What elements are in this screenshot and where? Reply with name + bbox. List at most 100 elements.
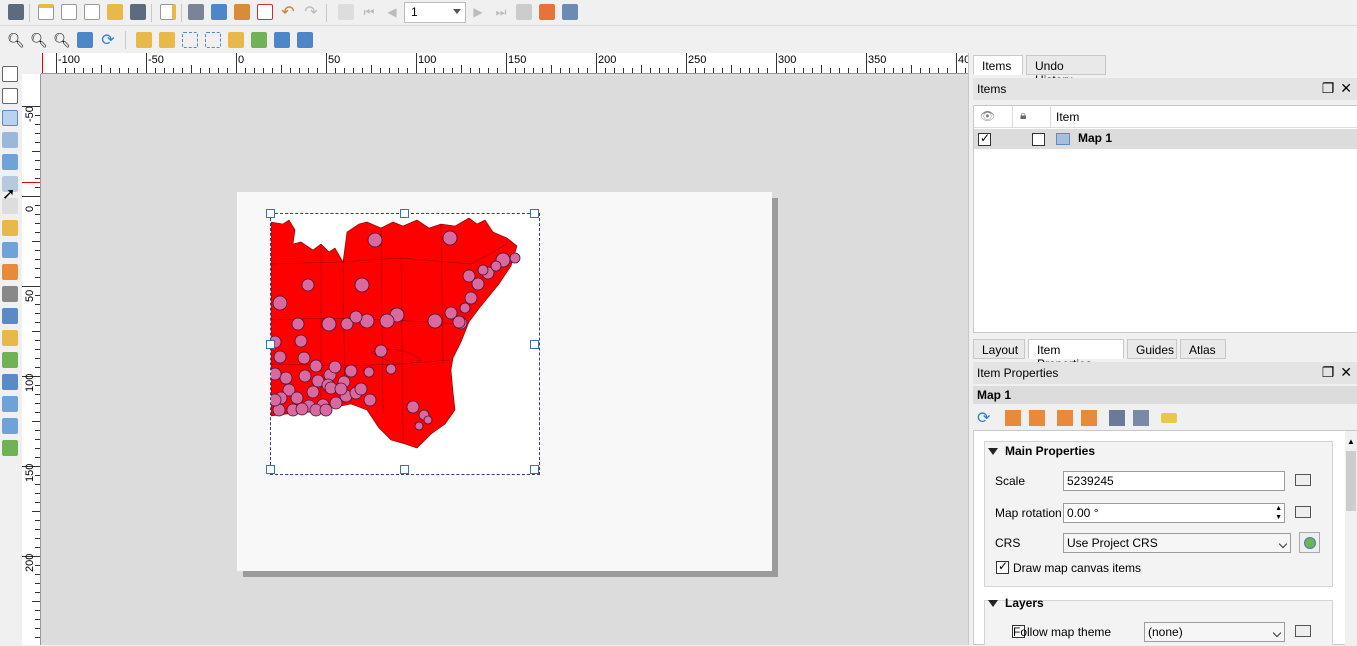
- float-dock-icon[interactable]: ❐: [1322, 365, 1335, 379]
- close-dock-icon[interactable]: ✕: [1340, 81, 1352, 95]
- tab-atlas[interactable]: Atlas: [1180, 339, 1226, 359]
- distribute-items-icon[interactable]: [272, 30, 292, 50]
- add-html-icon[interactable]: [2, 396, 18, 412]
- item-lock-checkbox[interactable]: [1032, 133, 1046, 146]
- add-fixed-table-icon[interactable]: [2, 440, 18, 456]
- scroll-up-icon[interactable]: ▲: [1347, 437, 1355, 446]
- atlas-settings-icon[interactable]: [537, 2, 557, 22]
- print-atlas-icon[interactable]: [514, 2, 534, 22]
- add-shape-icon[interactable]: [2, 330, 18, 346]
- export-svg-icon[interactable]: [232, 2, 252, 22]
- map-point-marker: [406, 400, 420, 414]
- data-defined-override-icon[interactable]: [1295, 623, 1317, 641]
- zoom-full-icon[interactable]: [75, 30, 95, 50]
- resize-handle[interactable]: [266, 465, 275, 474]
- view-scale-icon[interactable]: [1081, 410, 1097, 426]
- duplicate-layout-icon[interactable]: [59, 2, 79, 22]
- zoom-out-icon[interactable]: 🔍︎: [29, 30, 49, 50]
- item-row-map1[interactable]: Map 1: [974, 129, 1357, 149]
- add-label-icon[interactable]: [2, 242, 18, 258]
- crs-select[interactable]: Use Project CRS: [1063, 533, 1291, 553]
- tab-undo-history[interactable]: Undo History: [1026, 55, 1106, 87]
- tab-layout[interactable]: Layout: [973, 339, 1025, 359]
- close-dock-icon[interactable]: ✕: [1340, 365, 1352, 379]
- zoom-actual-icon[interactable]: 🔍︎: [52, 30, 72, 50]
- set-scale-icon[interactable]: [1057, 410, 1073, 426]
- set-extent-icon[interactable]: [1005, 410, 1021, 426]
- edit-nodes-icon[interactable]: [2, 154, 18, 170]
- crs-globe-icon[interactable]: [1299, 532, 1320, 553]
- map-theme-select[interactable]: (none): [1144, 622, 1285, 642]
- tab-items[interactable]: Items: [973, 55, 1023, 75]
- add-north-arrow-icon[interactable]: [2, 308, 18, 324]
- export-image-icon[interactable]: [209, 2, 229, 22]
- add-scalebar-icon[interactable]: [2, 286, 18, 302]
- move-content-tool-icon[interactable]: [1133, 410, 1149, 426]
- scrollbar-thumb[interactable]: [1346, 451, 1356, 511]
- vertical-scrollbar[interactable]: ▲: [1345, 431, 1357, 646]
- data-defined-override-icon[interactable]: [1295, 504, 1317, 522]
- zoom-tool-icon[interactable]: [2, 88, 18, 104]
- resize-handle[interactable]: [530, 209, 539, 218]
- view-extent-icon[interactable]: [1029, 410, 1045, 426]
- export-pdf-icon[interactable]: [255, 2, 275, 22]
- draw-map-canvas-items-checkbox[interactable]: [996, 559, 1009, 574]
- save-template-icon[interactable]: [128, 2, 148, 22]
- next-feature-icon[interactable]: ▶: [468, 2, 488, 22]
- add-attribute-table-icon[interactable]: [2, 418, 18, 434]
- layout-canvas[interactable]: [41, 74, 968, 645]
- update-preview-icon[interactable]: ⟳: [977, 408, 990, 428]
- add-arrow-icon[interactable]: [2, 352, 18, 368]
- atlas-page-select[interactable]: 1: [404, 2, 466, 23]
- label-settings-icon[interactable]: [1161, 413, 1177, 423]
- resize-handle[interactable]: [400, 465, 409, 474]
- resize-handle[interactable]: [266, 340, 275, 349]
- group-items-icon[interactable]: [180, 30, 200, 50]
- add-legend-icon[interactable]: [2, 264, 18, 280]
- align-items-icon[interactable]: [249, 30, 269, 50]
- resize-handle[interactable]: [530, 465, 539, 474]
- map-rotation-spinbox[interactable]: 0.00 ° ▲ ▼: [1063, 503, 1285, 523]
- collapse-arrow-icon[interactable]: [988, 600, 998, 607]
- atlas-zoom-icon[interactable]: [560, 2, 580, 22]
- first-feature-icon[interactable]: ⏮: [359, 2, 379, 22]
- save-layout-icon[interactable]: [6, 2, 26, 22]
- previous-feature-icon[interactable]: ◀: [382, 2, 402, 22]
- new-layout-icon[interactable]: [36, 2, 56, 22]
- scale-input[interactable]: 5239245: [1063, 471, 1285, 491]
- map-point-marker: [295, 402, 309, 416]
- select-move-icon[interactable]: [2, 110, 18, 126]
- map-point-marker: [328, 360, 342, 374]
- layout-manager-icon[interactable]: [82, 2, 102, 22]
- bookmarks-icon[interactable]: [1109, 410, 1125, 426]
- tab-guides[interactable]: Guides: [1127, 339, 1177, 359]
- add-node-item-icon[interactable]: [2, 374, 18, 390]
- resize-handle[interactable]: [400, 209, 409, 218]
- lock-items-icon[interactable]: [134, 30, 154, 50]
- atlas-preview-icon[interactable]: [336, 2, 356, 22]
- refresh-icon[interactable]: ⟳: [98, 30, 118, 50]
- page-setup-icon[interactable]: [158, 2, 178, 22]
- ungroup-items-icon[interactable]: [203, 30, 223, 50]
- unlock-items-icon[interactable]: [157, 30, 177, 50]
- zoom-in-icon[interactable]: 🔍︎: [6, 30, 26, 50]
- collapse-arrow-icon[interactable]: [988, 448, 998, 455]
- item-visible-checkbox[interactable]: [978, 131, 991, 146]
- print-icon[interactable]: [186, 2, 206, 22]
- redo-icon[interactable]: ↷: [301, 2, 321, 22]
- tab-item-properties[interactable]: Item Properties: [1028, 339, 1124, 371]
- resize-handle[interactable]: [530, 340, 539, 349]
- pan-icon[interactable]: [2, 66, 18, 82]
- float-dock-icon[interactable]: ❐: [1322, 81, 1335, 95]
- open-template-icon[interactable]: [105, 2, 125, 22]
- map-item[interactable]: [270, 213, 540, 475]
- data-defined-override-icon[interactable]: [1295, 472, 1317, 490]
- last-feature-icon[interactable]: ⏭: [491, 2, 511, 22]
- resize-items-icon[interactable]: [295, 30, 315, 50]
- spin-arrows-icon[interactable]: ▲ ▼: [1275, 504, 1282, 522]
- raise-items-icon[interactable]: [226, 30, 246, 50]
- undo-icon[interactable]: ↶: [278, 2, 298, 22]
- move-content-icon[interactable]: [2, 132, 18, 148]
- resize-handle[interactable]: [266, 209, 275, 218]
- add-picture-icon[interactable]: [2, 220, 18, 236]
